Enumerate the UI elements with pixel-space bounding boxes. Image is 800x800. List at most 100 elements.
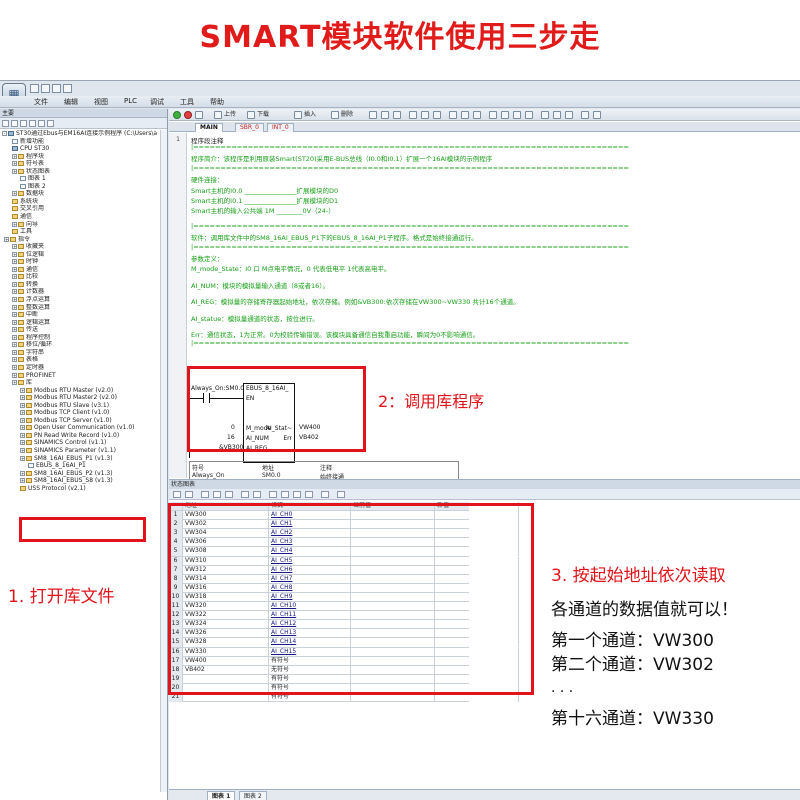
tree-item[interactable]: 系统块 (0, 198, 167, 206)
tab-chart-2[interactable]: 图表 2 (239, 791, 267, 800)
tree-item[interactable]: 通信 (0, 213, 167, 221)
expand-icon[interactable]: + (12, 380, 17, 386)
tree-item[interactable]: + 浮点运算 (0, 296, 167, 304)
tool-icon[interactable] (421, 111, 429, 119)
chart-tool-icon[interactable] (305, 491, 313, 498)
expand-icon[interactable]: + (12, 327, 17, 333)
save-icon[interactable] (52, 84, 61, 93)
tab-chart-1[interactable]: 图表 1 (207, 791, 236, 800)
chart-tool-icon[interactable] (201, 491, 209, 498)
tool-icon[interactable] (501, 111, 509, 119)
tool-icon[interactable] (449, 111, 457, 119)
tree-scrollbar[interactable] (160, 130, 167, 792)
expand-icon[interactable]: + (12, 266, 17, 272)
compile-icon[interactable] (195, 111, 203, 119)
expand-icon[interactable]: + (20, 470, 25, 476)
tree-item[interactable]: + 指令 (0, 236, 167, 244)
insert-icon[interactable] (294, 111, 302, 119)
tree-item[interactable]: 新增功能 (0, 138, 167, 146)
tool-icon[interactable] (409, 111, 417, 119)
expand-icon[interactable]: + (12, 161, 17, 167)
tree-item[interactable]: + 程序块 (0, 153, 167, 161)
expand-icon[interactable]: + (12, 319, 17, 325)
expand-icon[interactable]: + (12, 364, 17, 370)
expand-icon[interactable]: + (20, 417, 25, 423)
expand-icon[interactable]: + (20, 425, 25, 431)
expand-icon[interactable]: + (20, 478, 25, 484)
menu-help[interactable]: 帮助 (210, 97, 224, 107)
tree-item[interactable]: EBUS_8_16AI_P1 (0, 462, 167, 470)
tab-int0[interactable]: INT_0 (267, 123, 294, 132)
tree-item[interactable]: + 比较 (0, 273, 167, 281)
expand-icon[interactable]: + (20, 432, 25, 438)
download-icon[interactable] (247, 111, 255, 119)
tree-tool-icon[interactable] (47, 120, 54, 127)
tree-item[interactable]: 交叉引用 (0, 205, 167, 213)
tree-item[interactable]: + PROFINET (0, 372, 167, 380)
tree-item[interactable]: + Modbus TCP Client (v1.0) (0, 409, 167, 417)
tool-icon[interactable] (553, 111, 561, 119)
expand-icon[interactable]: + (20, 395, 25, 401)
tree-tool-icon[interactable] (20, 120, 27, 127)
open-file-icon[interactable] (41, 84, 50, 93)
tree-item[interactable]: + 时钟 (0, 258, 167, 266)
chart-tool-icon[interactable] (281, 491, 289, 498)
tree-item[interactable]: + 库 (0, 379, 167, 387)
tree-item[interactable]: + 中断 (0, 311, 167, 319)
expand-icon[interactable]: + (12, 297, 17, 303)
tree-item[interactable]: + 位逻辑 (0, 251, 167, 259)
stop-icon[interactable] (184, 111, 192, 119)
chart-tool-icon[interactable] (269, 491, 277, 498)
tree-item[interactable]: + 程序控制 (0, 334, 167, 342)
expand-icon[interactable]: + (20, 402, 25, 408)
menu-view[interactable]: 视图 (94, 97, 108, 107)
tree-item[interactable]: + Modbus RTU Slave (v3.1) (0, 402, 167, 410)
chart-tool-icon[interactable] (337, 491, 345, 498)
expand-icon[interactable]: + (20, 455, 25, 461)
expand-icon[interactable]: + (12, 221, 17, 227)
expand-icon[interactable]: + (12, 304, 17, 310)
tree-item[interactable]: + SM8_16AI_EBUS_S8 (v1.3) (0, 477, 167, 485)
tool-icon[interactable] (525, 111, 533, 119)
tree-item[interactable]: CPU ST30 (0, 145, 167, 153)
expand-icon[interactable]: + (12, 357, 17, 363)
tree-item[interactable]: + Modbus TCP Server (v1.0) (0, 417, 167, 425)
tab-sbr0[interactable]: SBR_0 (235, 123, 264, 132)
delete-button[interactable]: 删除 (341, 110, 353, 119)
expand-icon[interactable]: + (20, 447, 25, 453)
tool-icon[interactable] (541, 111, 549, 119)
menu-tools[interactable]: 工具 (180, 97, 194, 107)
tree-item[interactable]: + SM8_16AI_EBUS_P2 (v1.3) (0, 470, 167, 478)
tree-item[interactable]: 图表 2 (0, 183, 167, 191)
delete-icon[interactable] (331, 111, 339, 119)
insert-button[interactable]: 插入 (304, 110, 316, 119)
chart-tool-icon[interactable] (213, 491, 221, 498)
expand-icon[interactable]: + (12, 251, 17, 257)
tree-item[interactable]: + 向导 (0, 221, 167, 229)
expand-icon[interactable]: + (12, 153, 17, 159)
expand-icon[interactable]: + (12, 312, 17, 318)
tree-tool-icon[interactable] (2, 120, 9, 127)
expand-icon[interactable]: + (20, 387, 25, 393)
expand-icon[interactable]: + (12, 342, 17, 348)
expand-icon[interactable]: + (12, 372, 17, 378)
network-comment[interactable]: 程序段注释 |=================================… (189, 135, 794, 375)
tool-icon[interactable] (381, 111, 389, 119)
menu-plc[interactable]: PLC (124, 97, 137, 105)
tree-tool-icon[interactable] (29, 120, 36, 127)
tool-icon[interactable] (433, 111, 441, 119)
expand-icon[interactable]: + (20, 440, 25, 446)
expand-icon[interactable]: + (4, 236, 9, 242)
tree-item[interactable]: USS Protocol (v2.1) (0, 485, 167, 493)
tree-item[interactable]: + Modbus RTU Master (v2.0) (0, 387, 167, 395)
tool-icon[interactable] (473, 111, 481, 119)
new-file-icon[interactable] (30, 84, 39, 93)
expand-icon[interactable]: + (12, 259, 17, 265)
tree-item[interactable]: + 字符串 (0, 349, 167, 357)
tool-icon[interactable] (461, 111, 469, 119)
expand-icon[interactable]: + (12, 289, 17, 295)
chart-tool-icon[interactable] (253, 491, 261, 498)
print-icon[interactable] (63, 84, 72, 93)
expand-icon[interactable]: + (12, 168, 17, 174)
tree-item[interactable]: + 通信 (0, 266, 167, 274)
